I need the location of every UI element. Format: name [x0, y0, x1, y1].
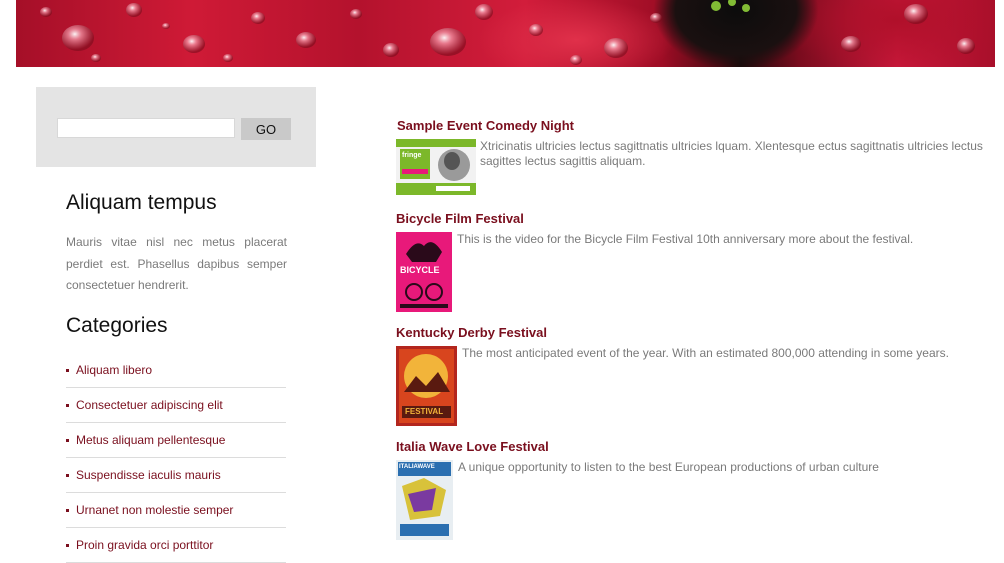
category-link[interactable]: Suspendisse iaculis mauris — [76, 468, 221, 482]
about-widget-text: Mauris vitae nisl nec metus placerat per… — [66, 235, 287, 292]
thumbnail-caption: FESTIVAL — [405, 407, 444, 416]
event-description: Xtricinatis ultricies lectus sagittnatis… — [480, 139, 983, 168]
event-item: Bicycle Film Festival BICYCLE This is th… — [396, 211, 986, 312]
event-item: Italia Wave Love Festival ITALIAWAVE A u… — [396, 439, 986, 540]
comedy-poster-icon — [396, 139, 476, 195]
thumbnail-caption: ITALIAWAVE — [399, 464, 435, 470]
event-description: This is the video for the Bicycle Film F… — [457, 232, 914, 246]
thumbnail-caption: fringe — [402, 152, 422, 159]
search-input[interactable] — [57, 118, 235, 138]
search-widget: GO — [36, 87, 316, 167]
category-item: Proin gravida orci porttitor — [66, 528, 286, 563]
italia-wave-poster-icon — [396, 460, 453, 540]
event-item: Sample Event Comedy Night fringe Xtricin… — [396, 118, 986, 195]
event-thumbnail-italia-wave[interactable]: ITALIAWAVE — [396, 460, 453, 540]
category-link[interactable]: Urnanet non molestie semper — [76, 503, 233, 517]
bullet-icon — [66, 509, 69, 512]
bullet-icon — [66, 544, 69, 547]
category-item: Urnanet non molestie semper — [66, 493, 286, 528]
event-title-link[interactable]: Italia Wave Love Festival — [396, 439, 986, 454]
category-item: Consectetuer adipiscing elit — [66, 388, 286, 423]
bullet-icon — [66, 439, 69, 442]
category-item: Aliquam libero — [66, 353, 286, 388]
event-description: The most anticipated event of the year. … — [462, 346, 949, 360]
go-button[interactable]: GO — [241, 118, 291, 140]
category-item: Suspendisse iaculis mauris — [66, 458, 286, 493]
event-thumbnail-bicycle[interactable]: BICYCLE — [396, 232, 452, 312]
bullet-icon — [66, 404, 69, 407]
category-link[interactable]: Proin gravida orci porttitor — [76, 538, 213, 552]
categories-widget-title: Categories — [66, 314, 168, 337]
category-link[interactable]: Aliquam libero — [76, 363, 152, 377]
event-title-link[interactable]: Kentucky Derby Festival — [396, 325, 986, 340]
event-thumbnail-comedy-night[interactable]: fringe — [396, 139, 476, 195]
event-item: Kentucky Derby Festival FESTIVAL The mos… — [396, 325, 986, 426]
categories-list: Aliquam libero Consectetuer adipiscing e… — [66, 353, 286, 563]
event-title-link[interactable]: Sample Event Comedy Night — [397, 118, 986, 133]
bullet-icon — [66, 474, 69, 477]
category-link[interactable]: Consectetuer adipiscing elit — [76, 398, 223, 412]
header-banner-image — [16, 0, 995, 67]
thumbnail-caption: BICYCLE — [400, 265, 440, 275]
about-widget-title: Aliquam tempus — [66, 191, 217, 214]
category-item: Metus aliquam pellentesque — [66, 423, 286, 458]
event-title-link[interactable]: Bicycle Film Festival — [396, 211, 986, 226]
event-description: A unique opportunity to listen to the be… — [458, 460, 879, 474]
bullet-icon — [66, 369, 69, 372]
category-link[interactable]: Metus aliquam pellentesque — [76, 433, 225, 447]
event-thumbnail-kentucky-derby[interactable]: FESTIVAL — [396, 346, 457, 426]
water-droplets — [40, 0, 975, 65]
